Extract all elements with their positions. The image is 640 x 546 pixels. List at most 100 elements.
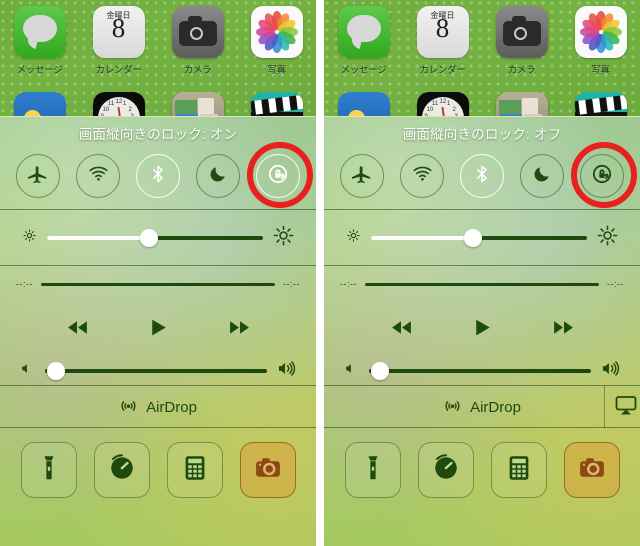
photos-icon xyxy=(250,6,303,58)
panel-divider xyxy=(316,0,324,546)
camera-icon xyxy=(495,6,548,58)
fast-forward-icon xyxy=(227,321,252,344)
media-progress-track[interactable] xyxy=(365,282,599,286)
shortcut-row xyxy=(0,442,316,498)
home-app-1[interactable]: 金曜日 8 カレンダー xyxy=(79,6,158,76)
volume-high-icon xyxy=(277,359,296,383)
calendar-icon: 金曜日 8 xyxy=(416,6,469,58)
messages-icon xyxy=(337,6,390,58)
airdrop-label: AirDrop xyxy=(470,398,521,416)
home-app-label: カメラ xyxy=(183,65,212,76)
airdrop-section: AirDrop xyxy=(324,385,640,428)
calendar-day-number: 8 xyxy=(435,13,450,43)
airplay-button[interactable] xyxy=(604,386,640,428)
home-app-2[interactable]: カメラ xyxy=(482,6,561,76)
photos-icon xyxy=(574,6,627,58)
toggle-bluetooth[interactable] xyxy=(136,154,180,198)
panel-lock-off: メッセージ金曜日8カレンダーカメラ写真121234567891011画面縦向きの… xyxy=(324,0,640,546)
shortcut-calculator[interactable] xyxy=(490,442,547,498)
airdrop-button[interactable]: AirDrop xyxy=(0,386,316,428)
shortcuts-section xyxy=(324,427,640,546)
wifi-icon xyxy=(88,163,109,189)
timer-icon xyxy=(107,453,137,488)
highlight-annotation-rotation-lock xyxy=(247,142,313,208)
media-scrubber[interactable]: --:-- --:-- xyxy=(324,274,640,294)
home-app-label: カレンダー xyxy=(419,65,466,76)
home-app-label: 写真 xyxy=(591,65,610,76)
moon-icon xyxy=(532,164,552,189)
rewind-icon xyxy=(65,321,90,344)
volume-low-icon xyxy=(344,361,359,381)
shortcuts-section xyxy=(0,427,316,546)
home-app-3[interactable]: 写真 xyxy=(561,6,640,76)
volume-slider[interactable] xyxy=(45,362,267,380)
home-app-label: 写真 xyxy=(267,65,286,76)
airdrop-label: AirDrop xyxy=(146,398,197,416)
control-center-handle[interactable] xyxy=(140,119,176,122)
airplane-icon xyxy=(351,163,373,190)
media-section: --:-- --:-- xyxy=(0,265,316,385)
toggle-bluetooth[interactable] xyxy=(460,154,504,198)
brightness-low-icon xyxy=(22,228,37,248)
calculator-icon xyxy=(180,453,210,488)
rewind-button[interactable] xyxy=(65,315,90,345)
media-elapsed-time: --:-- xyxy=(340,279,357,289)
home-app-1[interactable]: 金曜日 8 カレンダー xyxy=(403,6,482,76)
airplay-icon xyxy=(614,393,638,422)
timer-icon xyxy=(431,453,461,488)
toggle-wifi[interactable] xyxy=(76,154,120,198)
toggle-wifi[interactable] xyxy=(400,154,444,198)
flashlight-icon xyxy=(34,453,64,488)
shortcut-calculator[interactable] xyxy=(166,442,223,498)
flashlight-icon xyxy=(358,453,388,488)
forward-button[interactable] xyxy=(227,315,252,345)
home-screen-wallpaper: メッセージ金曜日8カレンダーカメラ写真121234567891011 xyxy=(0,0,316,144)
home-app-3[interactable]: 写真 xyxy=(237,6,316,76)
media-progress-track[interactable] xyxy=(41,282,275,286)
airdrop-section: AirDrop xyxy=(0,385,316,427)
moon-icon xyxy=(208,164,228,189)
bluetooth-icon xyxy=(472,164,492,189)
rotation-lock-status-text: 画面縦向きのロック: オン xyxy=(78,127,238,142)
brightness-slider[interactable] xyxy=(371,229,587,247)
shortcut-flashlight[interactable] xyxy=(344,442,401,498)
toggle-airplane-mode[interactable] xyxy=(340,154,384,198)
airdrop-button[interactable]: AirDrop xyxy=(324,386,640,428)
volume-row xyxy=(0,358,316,384)
home-app-2[interactable]: カメラ xyxy=(158,6,237,76)
toggle-do-not-disturb[interactable] xyxy=(520,154,564,198)
camera-shortcut-icon xyxy=(253,453,283,488)
home-app-0[interactable]: メッセージ xyxy=(324,6,403,76)
calculator-icon xyxy=(504,453,534,488)
media-scrubber[interactable]: --:-- --:-- xyxy=(0,274,316,294)
camera-icon xyxy=(171,6,224,58)
volume-row xyxy=(324,358,640,384)
wifi-icon xyxy=(412,163,433,189)
shortcut-camera[interactable] xyxy=(563,442,620,498)
home-app-label: メッセージ xyxy=(340,65,387,76)
rewind-button[interactable] xyxy=(389,315,414,345)
toggle-do-not-disturb[interactable] xyxy=(196,154,240,198)
shortcut-timer[interactable] xyxy=(93,442,150,498)
highlight-annotation-rotation-lock xyxy=(571,142,637,208)
airdrop-icon xyxy=(443,396,462,419)
airdrop-icon xyxy=(119,396,138,419)
play-button[interactable] xyxy=(146,315,171,345)
forward-button[interactable] xyxy=(551,315,576,345)
home-app-0[interactable]: メッセージ xyxy=(0,6,79,76)
media-transport-controls xyxy=(324,308,640,352)
play-icon xyxy=(146,319,171,344)
shortcut-flashlight[interactable] xyxy=(20,442,77,498)
control-center-handle[interactable] xyxy=(464,119,500,122)
fast-forward-icon xyxy=(551,321,576,344)
media-remaining-time: --:-- xyxy=(283,279,300,289)
camera-shortcut-icon xyxy=(577,453,607,488)
brightness-high-icon xyxy=(597,225,618,251)
shortcut-camera[interactable] xyxy=(239,442,296,498)
shortcut-timer[interactable] xyxy=(417,442,474,498)
play-button[interactable] xyxy=(470,315,495,345)
toggle-airplane-mode[interactable] xyxy=(16,154,60,198)
volume-slider[interactable] xyxy=(369,362,591,380)
home-app-label: カメラ xyxy=(507,65,536,76)
brightness-slider[interactable] xyxy=(47,229,263,247)
